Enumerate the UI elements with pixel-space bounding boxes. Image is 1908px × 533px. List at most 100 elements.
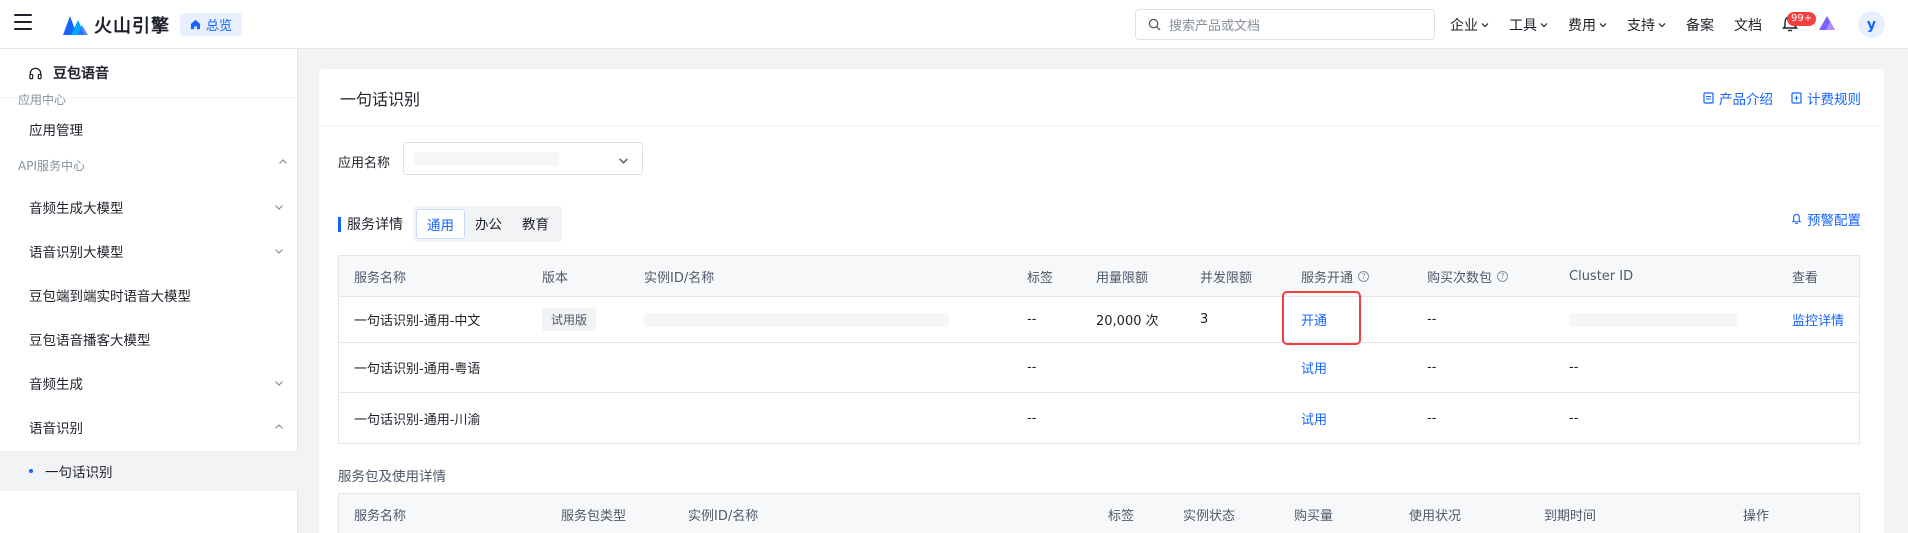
sidebar-item-app-management[interactable]: 应用管理 bbox=[0, 109, 298, 149]
header-packs: 购买次数包? bbox=[1427, 256, 1509, 296]
chevron-down-icon bbox=[1481, 22, 1489, 27]
header-version: 版本 bbox=[542, 270, 569, 286]
highlight-box bbox=[1282, 291, 1361, 345]
group-label: API服务中心 bbox=[18, 159, 85, 173]
billing-rules-link[interactable]: 计费规则 bbox=[1791, 88, 1861, 108]
masked-cluster-id bbox=[1569, 312, 1737, 327]
header-package-type: 服务包类型 bbox=[561, 509, 627, 524]
avatar[interactable]: y bbox=[1858, 11, 1885, 38]
sidebar-group-api-center[interactable]: API服务中心 bbox=[18, 157, 288, 174]
document-icon bbox=[1703, 92, 1714, 104]
cell-tag: -- bbox=[1027, 410, 1037, 426]
brand-logo[interactable]: 火山引擎 bbox=[62, 12, 170, 38]
app-name-select[interactable] bbox=[403, 142, 643, 175]
link-label: 计费规则 bbox=[1807, 92, 1861, 108]
cell-service-name: 一句话识别-通用-川渝 bbox=[354, 412, 481, 428]
cell-concurrency: 3 bbox=[1200, 312, 1209, 327]
cell-service-name: 一句话识别-通用-中文 bbox=[354, 314, 481, 329]
cell-packs: -- bbox=[1427, 360, 1437, 375]
sidebar-item-podcast[interactable]: 豆包语音播客大模型 bbox=[0, 319, 298, 359]
nav-billing[interactable]: 费用 bbox=[1568, 15, 1607, 35]
header-cluster: Cluster ID bbox=[1569, 268, 1634, 284]
service-details-header: 服务详情 通用 办公 教育 bbox=[338, 206, 562, 242]
header-quota: 用量限额 bbox=[1096, 270, 1149, 286]
tab-general[interactable]: 通用 bbox=[416, 209, 465, 239]
top-nav: 企业 工具 费用 支持 备案 文档 bbox=[1450, 0, 1762, 49]
masked-app-name bbox=[414, 152, 559, 166]
alert-config-label: 预警配置 bbox=[1807, 213, 1861, 229]
question-icon[interactable]: ? bbox=[1358, 270, 1370, 282]
sidebar-item-label: 音频生成大模型 bbox=[29, 201, 124, 217]
sidebar-item-realtime-voice[interactable]: 豆包端到端实时语音大模型 bbox=[0, 275, 298, 315]
header-label: 购买次数包 bbox=[1427, 270, 1493, 286]
overview-button[interactable]: 总览 bbox=[180, 13, 243, 36]
sidebar-item-audio-gen[interactable]: 音频生成 bbox=[0, 363, 298, 403]
sidebar-item-asr-llm[interactable]: 语音识别大模型 bbox=[0, 231, 298, 271]
sidebar: 豆包语音 应用中心 应用管理 API服务中心 音频生成大模型 语音识别大模型 豆… bbox=[0, 49, 298, 533]
chevron-down-icon bbox=[619, 158, 628, 164]
question-icon[interactable]: ? bbox=[1497, 270, 1509, 282]
header-actions: 操作 bbox=[1743, 509, 1770, 524]
nav-support[interactable]: 支持 bbox=[1627, 15, 1666, 35]
service-table: 服务名称 版本 实例ID/名称 标签 用量限额 并发限额 服务开通? 购买次数包… bbox=[338, 255, 1860, 444]
sidebar-item-label: 一句话识别 bbox=[45, 465, 113, 481]
chevron-down-icon bbox=[275, 381, 283, 386]
link-label: 产品介绍 bbox=[1719, 92, 1773, 108]
header-purchase-amount: 购买量 bbox=[1294, 509, 1334, 524]
nav-filing[interactable]: 备案 bbox=[1686, 15, 1714, 35]
search-input[interactable]: 搜索产品或文档 bbox=[1135, 9, 1435, 40]
nav-label: 文档 bbox=[1734, 17, 1762, 34]
trial-link[interactable]: 试用 bbox=[1301, 393, 1327, 443]
table-header-row: 服务名称 版本 实例ID/名称 标签 用量限额 并发限额 服务开通? 购买次数包… bbox=[339, 256, 1859, 297]
service-details-title: 服务详情 bbox=[347, 217, 403, 233]
chevron-up-icon bbox=[279, 159, 287, 164]
cell-cluster: -- bbox=[1569, 410, 1579, 426]
header-service-name: 服务名称 bbox=[354, 509, 407, 524]
nav-tools[interactable]: 工具 bbox=[1509, 15, 1548, 35]
nav-docs[interactable]: 文档 bbox=[1734, 15, 1762, 35]
cell-tag: -- bbox=[1027, 360, 1037, 375]
chevron-down-icon bbox=[275, 205, 283, 210]
cell-service-name: 一句话识别-通用-粤语 bbox=[354, 362, 481, 377]
tab-education[interactable]: 教育 bbox=[512, 209, 559, 239]
header-view: 查看 bbox=[1792, 270, 1819, 286]
hamburger-menu-icon[interactable] bbox=[14, 14, 32, 30]
masked-instance-id bbox=[644, 312, 949, 327]
header-expiry: 到期时间 bbox=[1544, 509, 1597, 524]
home-icon bbox=[190, 19, 201, 30]
header-instance-status: 实例状态 bbox=[1183, 509, 1236, 524]
chevron-down-icon bbox=[275, 249, 283, 254]
chevron-down-icon bbox=[1599, 22, 1607, 27]
search-placeholder: 搜索产品或文档 bbox=[1169, 19, 1261, 34]
sidebar-product-name: 豆包语音 bbox=[53, 66, 109, 82]
cell-quota: 20,000 次 bbox=[1096, 314, 1159, 329]
table-row: 一句话识别-通用-中文 试用版 -- 20,000 次 3 开通 -- 监控详情 bbox=[339, 297, 1859, 343]
nav-label: 备案 bbox=[1686, 17, 1714, 34]
header-activation: 服务开通? bbox=[1301, 256, 1370, 296]
sidebar-item-label: 豆包语音播客大模型 bbox=[29, 333, 151, 349]
header-usage: 使用状况 bbox=[1409, 509, 1462, 524]
monitor-details-link[interactable]: 监控详情 bbox=[1792, 297, 1844, 342]
nav-label: 支持 bbox=[1627, 17, 1655, 34]
nav-enterprise[interactable]: 企业 bbox=[1450, 15, 1489, 35]
ai-assistant-icon[interactable] bbox=[1818, 15, 1836, 31]
package-section-title: 服务包及使用详情 bbox=[338, 469, 446, 485]
sidebar-item-audio-gen-llm[interactable]: 音频生成大模型 bbox=[0, 187, 298, 227]
header-service-name: 服务名称 bbox=[354, 270, 407, 286]
group-label: 应用中心 bbox=[18, 93, 67, 107]
sidebar-item-asr[interactable]: 语音识别 bbox=[0, 407, 298, 447]
product-intro-link[interactable]: 产品介绍 bbox=[1703, 88, 1773, 108]
cell-cluster: -- bbox=[1569, 360, 1579, 375]
sidebar-item-label: 音频生成 bbox=[29, 377, 83, 393]
alert-config-link[interactable]: 预警配置 bbox=[1791, 209, 1861, 229]
app-name-label: 应用名称 bbox=[338, 156, 391, 171]
section-accent-bar bbox=[338, 216, 341, 232]
overview-label: 总览 bbox=[206, 19, 233, 34]
brand-name: 火山引擎 bbox=[94, 16, 170, 37]
scenario-tabs: 通用 办公 教育 bbox=[413, 206, 562, 242]
trial-link[interactable]: 试用 bbox=[1301, 343, 1327, 392]
sidebar-item-label: 豆包端到端实时语音大模型 bbox=[29, 289, 191, 305]
sidebar-item-sentence-asr[interactable]: 一句话识别 bbox=[0, 451, 298, 491]
tab-office[interactable]: 办公 bbox=[465, 209, 512, 239]
top-bar: 火山引擎 总览 搜索产品或文档 企业 工具 费用 支持 备案 文档 99+ y bbox=[0, 0, 1908, 49]
